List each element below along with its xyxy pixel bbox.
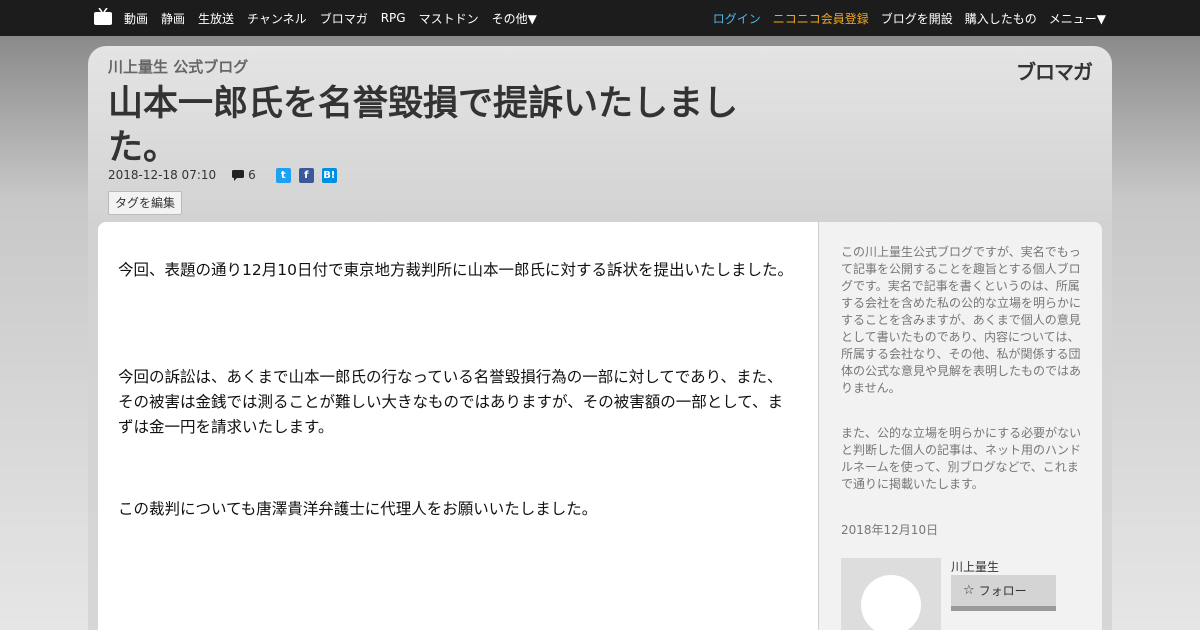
blog-note: また、公的な立場を明らかにする必要がないと判断した個人の記事は、ネット用のハンド… [841,426,1082,491]
nav-item-blomaga[interactable]: ブロマガ [320,10,368,27]
facebook-share-icon[interactable]: f [298,167,314,183]
article-meta: 2018-12-18 07:10 6 t f B! [108,167,337,183]
nav-item-rpg[interactable]: RPG [381,11,406,25]
publish-date: 2018-12-18 07:10 [108,168,217,182]
comment-count[interactable]: 6 [248,168,256,182]
article-body: 今回、表題の通り12月10日付で東京地方裁判所に山本一郎氏に対する訴状を提出いた… [98,222,818,630]
nav-item-other[interactable]: その他▼ [492,10,537,27]
avatar-placeholder-face [861,575,921,630]
blog-description: この川上量生公式ブログですが、実名でもって記事を公開することを趣旨とする個人ブロ… [841,245,1082,395]
twitter-share-icon[interactable]: t [275,167,291,183]
nav-item-live[interactable]: 生放送 [198,10,234,27]
sidebar-date: 2018年12月10日 [841,523,939,537]
menu-dropdown[interactable]: メニュー▼ [1049,10,1106,27]
blomaga-logo[interactable]: ブロマガ [1016,56,1093,85]
edit-tags-button[interactable]: タグを編集 [108,191,183,215]
nav-right-menu: ログイン ニコニコ会員登録 ブログを開設 購入したもの メニュー▼ [701,0,1106,36]
nav-item-mastodon[interactable]: マストドン [419,10,479,27]
register-link[interactable]: ニコニコ会員登録 [773,10,869,27]
nav-item-douga[interactable]: 動画 [124,10,148,27]
login-link[interactable]: ログイン [713,10,761,27]
open-blog-link[interactable]: ブログを開設 [881,10,953,27]
article-paragraph: この裁判についても唐澤貴洋弁護士に代理人をお願いいたしました。 [118,500,598,518]
niconico-tv-icon[interactable] [94,8,112,25]
page-title: 山本一郎氏を名誉毀損で提訴いたしました。 [108,84,739,168]
nav-item-channel[interactable]: チャンネル [247,10,307,27]
article-paragraph: 今回、表題の通り12月10日付で東京地方裁判所に山本一郎氏に対する訴状を提出いた… [118,261,793,279]
article-paragraph: 今回の訴訟は、あくまで山本一郎氏の行なっている名誉毀損行為の一部に対してであり、… [118,368,783,436]
follow-label: フォロー [978,584,1027,598]
follow-button[interactable]: ☆ フォロー [951,575,1056,611]
purchased-link[interactable]: 購入したもの [965,10,1037,27]
top-navigation-bar: 動画 静画 生放送 チャンネル ブロマガ RPG マストドン その他▼ ログイン… [0,0,1200,36]
comment-icon[interactable] [232,169,245,181]
nav-left-menu: 動画 静画 生放送 チャンネル ブロマガ RPG マストドン その他▼ [124,0,550,36]
nav-item-seiga[interactable]: 静画 [161,10,185,27]
hatena-bookmark-icon[interactable]: B! [321,167,337,183]
sidebar: この川上量生公式ブログですが、実名でもって記事を公開することを趣旨とする個人ブロ… [818,222,1102,630]
author-name-link[interactable]: 川上量生 [951,558,999,575]
blog-name-link[interactable]: 川上量生 公式ブログ [108,56,248,77]
star-icon: ☆ [963,583,975,598]
avatar[interactable] [841,558,941,630]
